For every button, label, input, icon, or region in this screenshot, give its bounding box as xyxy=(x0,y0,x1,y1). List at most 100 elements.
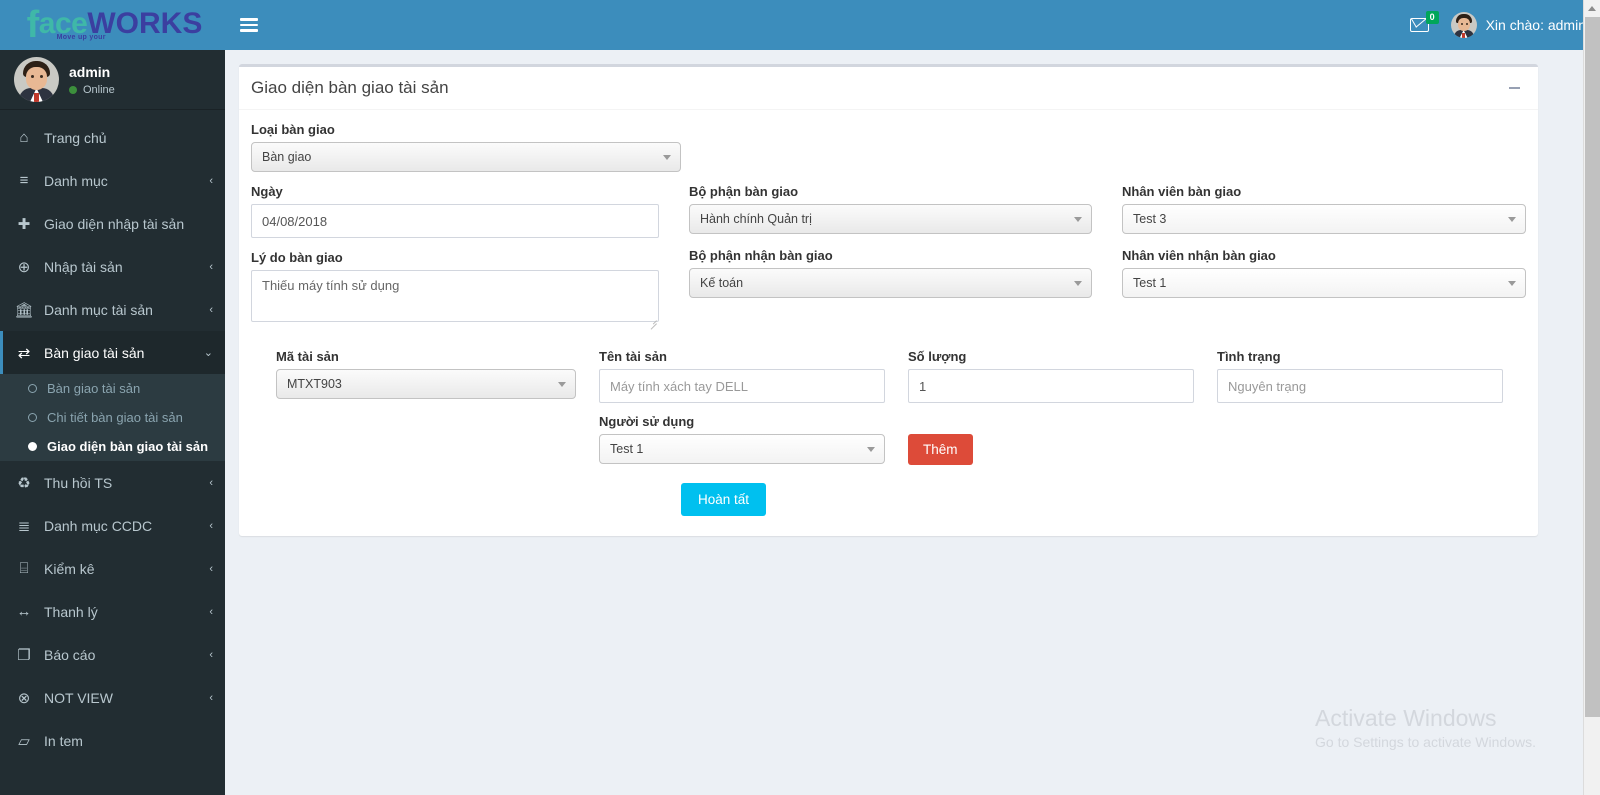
sidebar-subitem-label: Bàn giao tài sản xyxy=(47,381,141,396)
sidebar-link-12[interactable]: ▱ In tem xyxy=(0,719,225,762)
sidebar-link-7[interactable]: ≣ Danh mục CCDC ‹ xyxy=(0,504,225,547)
label-reason: Lý do bàn giao xyxy=(251,250,343,265)
sidebar-item-9: ↔ Thanh lý ‹ xyxy=(0,590,225,633)
sidebar-link-0[interactable]: ⌂ Trang chủ xyxy=(0,116,225,159)
sidebar-item-label: Báo cáo xyxy=(44,646,96,663)
asset-name-input[interactable] xyxy=(599,369,885,403)
label-from-employee: Nhân viên bàn giao xyxy=(1122,184,1242,199)
messages-badge: 0 xyxy=(1425,11,1439,24)
user-menu[interactable]: Xin chào: admin xyxy=(1450,12,1586,38)
to-employee-value: Test 1 xyxy=(1133,276,1167,290)
sidebar-item-12: ▱ In tem xyxy=(0,719,225,762)
avatar xyxy=(14,57,59,102)
sidebar-item-label: Danh mục xyxy=(44,172,108,189)
from-department-value: Hành chính Quản trị xyxy=(699,212,812,226)
chevron-left-icon: ‹ xyxy=(209,648,213,661)
sidebar-user-name: admin xyxy=(69,63,111,80)
transfer-type-value: Bàn giao xyxy=(262,150,312,164)
recycle-icon: ♻ xyxy=(17,474,31,492)
sidebar-link-10[interactable]: ❐ Báo cáo ‹ xyxy=(0,633,225,676)
circle-icon xyxy=(28,384,37,393)
to-department-value: Kế toán xyxy=(699,276,744,290)
sidebar-link-11[interactable]: ⊗ NOT VIEW ‹ xyxy=(0,676,225,719)
sidebar-item-label: Nhập tài sản xyxy=(44,258,123,275)
date-input[interactable] xyxy=(251,204,659,238)
avatar xyxy=(1450,12,1477,38)
online-dot-icon xyxy=(69,85,77,94)
list-icon: ≡ xyxy=(19,172,29,189)
label-user: Người sử dụng xyxy=(599,414,695,429)
label-to-department: Bộ phận nhận bàn giao xyxy=(688,248,833,263)
sidebar-item-2: ✚ Giao diện nhập tài sản xyxy=(0,202,225,245)
plus-circle-icon: ⊕ xyxy=(17,258,31,276)
sidebar-nav: ⌂ Trang chủ ≡ Danh mục ‹ ✚ Giao diện nhập tài … xyxy=(0,110,225,762)
sidebar-link-8[interactable]: ⌸ Kiểm kê ‹ xyxy=(0,547,225,590)
sidebar-item-3: ⊕ Nhập tài sản ‹ xyxy=(0,245,225,288)
label-date: Ngày xyxy=(251,184,283,199)
user-select-value: Test 1 xyxy=(610,442,644,456)
chevron-left-icon: ‹ xyxy=(209,691,213,704)
page-scrollbar[interactable] xyxy=(1583,0,1600,795)
sidebar-subitem-label: Chi tiết bàn giao tài sản xyxy=(47,410,183,425)
sidebar-item-11: ⊗ NOT VIEW ‹ xyxy=(0,676,225,719)
home-icon: ⌂ xyxy=(19,129,29,146)
main-area: 0 Xin chào: admin Giao diện bàn giao tài… xyxy=(225,0,1600,795)
from-employee-select[interactable]: Test 3 xyxy=(1122,204,1526,234)
add-button[interactable]: Thêm xyxy=(908,434,973,465)
sidebar-item-1: ≡ Danh mục ‹ xyxy=(0,159,225,202)
to-department-select[interactable]: Kế toán xyxy=(688,268,1092,298)
sidebar-link-6[interactable]: ♻ Thu hồi TS ‹ xyxy=(0,461,225,504)
asset-code-select[interactable]: MTXT903 xyxy=(276,369,576,399)
sidebar-subitem-2: Giao diện bàn giao tài sản xyxy=(0,432,225,461)
sidebar-item-label: In tem xyxy=(44,732,83,749)
sidebar-item-10: ❐ Báo cáo ‹ xyxy=(0,633,225,676)
finish-button[interactable]: Hoàn tất xyxy=(680,483,767,516)
label-transfer-type: Loại bàn giao xyxy=(251,122,335,137)
sidebar-subitem-0: Bàn giao tài sản xyxy=(0,374,225,403)
sidebar-link-4[interactable]: 🏛 Danh mục tài sản ‹ xyxy=(0,288,225,331)
sidebar-item-label: Thu hồi TS xyxy=(44,474,113,491)
to-employee-select[interactable]: Test 1 xyxy=(1122,268,1526,298)
transfer-type-select[interactable]: Bàn giao xyxy=(251,142,681,172)
server-icon: ≣ xyxy=(17,517,31,535)
sidebar-sublink-0[interactable]: Bàn giao tài sản xyxy=(0,374,225,403)
scroll-up-arrow-icon[interactable] xyxy=(1584,0,1600,17)
quantity-input[interactable] xyxy=(908,369,1194,403)
topbar: 0 Xin chào: admin xyxy=(225,0,1600,50)
sidebar-item-label: Thanh lý xyxy=(44,603,98,620)
sidebar-sublink-1[interactable]: Chi tiết bàn giao tài sản xyxy=(0,403,225,432)
transfer-form-panel: Giao diện bàn giao tài sản Loại bàn giao… xyxy=(239,64,1538,536)
bank-icon: 🏛 xyxy=(14,301,34,319)
sidebar-link-1[interactable]: ≡ Danh mục ‹ xyxy=(0,159,225,202)
sidebar-user-panel[interactable]: admin Online xyxy=(0,50,225,110)
sidebar-link-3[interactable]: ⊕ Nhập tài sản ‹ xyxy=(0,245,225,288)
sidebar-sublink-2[interactable]: Giao diện bàn giao tài sản xyxy=(0,432,225,461)
messages-button[interactable]: 0 xyxy=(1406,11,1439,36)
panel-header: Giao diện bàn giao tài sản xyxy=(239,67,1538,110)
chevron-left-icon: ‹ xyxy=(209,260,213,273)
sidebar-link-9[interactable]: ↔ Thanh lý ‹ xyxy=(0,590,225,633)
sidebar: faceWORKS Move up your admin Online ⌂ Tra… xyxy=(0,0,225,795)
brand-logo[interactable]: faceWORKS Move up your xyxy=(0,0,225,50)
plus-icon: ✚ xyxy=(17,215,31,233)
sidebar-item-label: Danh mục CCDC xyxy=(44,517,153,534)
scrollbar-thumb[interactable] xyxy=(1585,17,1600,717)
arrows-h-icon: ↔ xyxy=(16,603,32,620)
reason-textarea[interactable]: Thiếu máy tính sử dụng xyxy=(251,270,659,322)
sidebar-item-label: Kiểm kê xyxy=(44,560,95,577)
collapse-panel-button[interactable] xyxy=(1502,76,1526,100)
from-department-select[interactable]: Hành chính Quản trị xyxy=(688,204,1092,234)
sidebar-item-5: ⇄ Bàn giao tài sản ⌄ Bàn giao tài sản Chi ti… xyxy=(0,331,225,461)
sidebar-link-5[interactable]: ⇄ Bàn giao tài sản ⌄ xyxy=(0,331,225,374)
sidebar-toggle-button[interactable] xyxy=(225,0,273,50)
condition-input[interactable] xyxy=(1217,369,1503,403)
sidebar-link-2[interactable]: ✚ Giao diện nhập tài sản xyxy=(0,202,225,245)
chevron-left-icon: ‹ xyxy=(209,519,213,532)
sidebar-item-7: ≣ Danh mục CCDC ‹ xyxy=(0,504,225,547)
file-icon: ❐ xyxy=(17,646,31,664)
sidebar-item-0: ⌂ Trang chủ xyxy=(0,116,225,159)
panel-body: Loại bàn giao Bàn giao Ngày Lý do bàn gi… xyxy=(239,110,1538,536)
sidebar-item-4: 🏛 Danh mục tài sản ‹ xyxy=(0,288,225,331)
user-select[interactable]: Test 1 xyxy=(599,434,885,464)
sidebar-item-label: NOT VIEW xyxy=(44,689,113,706)
